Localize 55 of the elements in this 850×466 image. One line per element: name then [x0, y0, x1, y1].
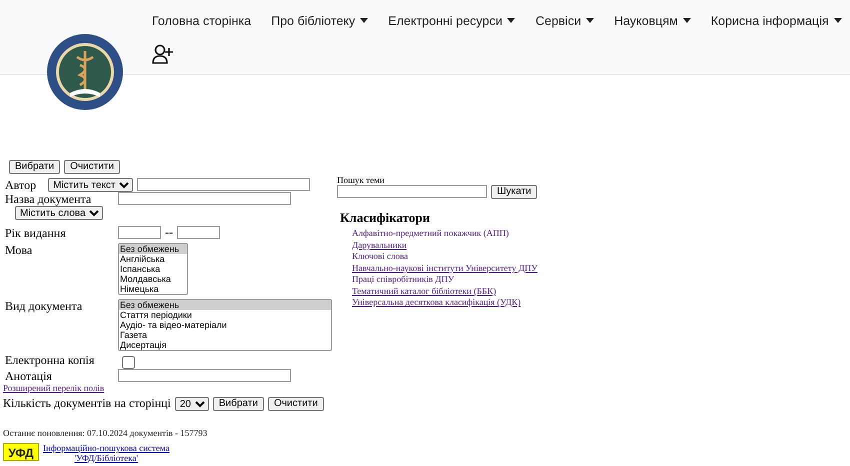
nav-link[interactable]: Електронні ресурси [378, 10, 526, 33]
clear-button[interactable]: Очистити [64, 160, 120, 174]
classifier-link[interactable]: Дарувальники [352, 240, 538, 252]
classifier-link[interactable]: Тематичний каталог бібліотеки (ББК) [352, 286, 538, 298]
classifier-link[interactable]: Універсальна десяткова класифікація (УДК) [352, 297, 538, 309]
search-label: Пошук теми [337, 175, 386, 186]
nav-link[interactable]: Головна сторінка [142, 10, 262, 33]
list-option[interactable]: Стаття періодики [119, 310, 331, 320]
text-input[interactable] [137, 178, 310, 191]
year-from-input[interactable] [118, 226, 161, 239]
select-button[interactable]: Вибрати [9, 160, 60, 174]
nav-link[interactable]: Про бібліотеку [261, 10, 378, 33]
list-option[interactable]: Іспанська [119, 264, 187, 274]
field-label: Мова [5, 243, 34, 257]
checkbox[interactable] [122, 356, 135, 369]
topic-search-input[interactable] [337, 185, 487, 198]
classifier-link[interactable]: Праці співробітників ДПУ [352, 274, 538, 286]
system-link[interactable]: 'УФД/Бібліотека' [43, 453, 170, 464]
text-input[interactable] [118, 192, 291, 205]
field-label: Електронна копія [5, 353, 96, 367]
nav-link[interactable]: Науковцям [604, 10, 701, 33]
ufd-logo: УФД [3, 443, 39, 462]
select-button[interactable]: Вибрати [212, 397, 264, 412]
page-size-label: Кількість документів на сторінці [3, 397, 171, 412]
field-label: Автор [5, 178, 36, 192]
year-to-input[interactable] [177, 226, 220, 239]
search-button[interactable]: Шукати [491, 185, 538, 200]
list-option[interactable]: Молдавська [119, 274, 187, 284]
nav-link[interactable]: Сервіси [525, 10, 604, 33]
operator-select[interactable]: Містить текст [48, 178, 134, 192]
text-input[interactable] [118, 369, 291, 382]
system-link[interactable]: Інформаційно-пошукова система [43, 443, 170, 454]
list-box[interactable]: Без обмежень Стаття періодики Аудіо- та відео-матеріали Газета Дисертація [118, 299, 332, 351]
list-option[interactable]: Німецька [119, 284, 187, 294]
page-size-select[interactable]: 20 [174, 397, 209, 412]
range-separator: -- [165, 226, 173, 240]
classifiers-heading: Класифікатори [340, 211, 431, 226]
classifier-link[interactable]: Навчально-наукові інститути Університету ДПУ [352, 262, 538, 274]
list-option[interactable]: Дисертація [119, 340, 331, 350]
list-option[interactable]: Англійська [119, 254, 187, 264]
add-user-icon[interactable] [152, 44, 174, 64]
nav-link[interactable]: Корисна інформація [700, 10, 850, 33]
classifier-link[interactable]: Алфавітно-предметний покажчик (АПП) [352, 228, 538, 240]
field-label: Назва документа [5, 192, 92, 206]
field-label: Рік видання [5, 226, 67, 240]
list-option[interactable]: Аудіо- та відео-матеріали [119, 320, 331, 330]
classifier-link[interactable]: Ключові слова [352, 251, 538, 263]
extended-fields-link[interactable]: Розширений перелік полів [3, 383, 337, 394]
clear-button[interactable]: Очистити [268, 397, 324, 412]
operator-select[interactable]: Містить слова [15, 206, 103, 220]
field-label: Анотація [5, 369, 53, 383]
last-update-text: Останнє поновлення: 07.10.2024 документів - 157793 [3, 428, 208, 440]
list-option[interactable]: Газета [119, 330, 331, 340]
field-label: Вид документа [5, 299, 84, 313]
list-box[interactable]: Без обмежень Англійська Іспанська Молдавська Німецька [118, 243, 188, 295]
